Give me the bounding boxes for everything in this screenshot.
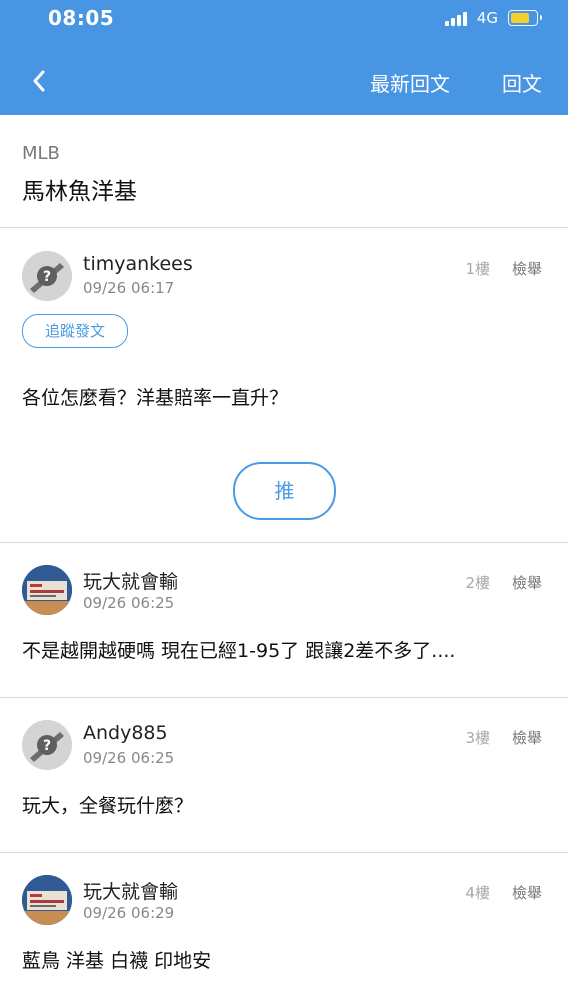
report-button[interactable]: 檢舉	[512, 727, 542, 748]
chevron-left-icon	[33, 70, 45, 92]
default-avatar-icon: ?	[22, 720, 72, 770]
report-button[interactable]: 檢舉	[512, 258, 542, 279]
report-button[interactable]: 檢舉	[512, 572, 542, 593]
avatar[interactable]	[22, 875, 72, 925]
floor-number: 2樓	[465, 574, 490, 592]
thread-title: 馬林魚洋基	[22, 179, 137, 205]
default-avatar-icon: ?	[22, 251, 72, 301]
status-indicators: 4G	[444, 9, 542, 27]
status-time: 08:05	[48, 6, 115, 30]
post-content: 各位怎麼看？洋基賠率一直升？	[22, 387, 289, 409]
floor-number: 3樓	[465, 729, 490, 747]
latest-replies-button[interactable]: 最新回文	[370, 68, 450, 97]
network-label: 4G	[476, 9, 498, 27]
follow-post-button[interactable]: 追蹤發文	[22, 314, 128, 348]
post-time: 09/26 06:25	[83, 749, 175, 767]
post-time: 09/26 06:17	[83, 279, 175, 297]
user-photo-icon	[22, 875, 72, 925]
username[interactable]: 玩大就會輸	[83, 877, 178, 904]
floor-number: 1樓	[465, 260, 490, 278]
svg-text:?: ?	[43, 269, 51, 285]
push-button[interactable]: 推	[233, 462, 336, 520]
app-header: 08:05 4G 最新回文 回文	[0, 0, 568, 115]
battery-icon	[508, 10, 542, 26]
post-floor-2: 玩大就會輸 09/26 06:25 2樓 檢舉 不是越開越硬嗎 現在已經1-95…	[0, 543, 568, 697]
board-name: MLB	[22, 143, 60, 164]
report-button[interactable]: 檢舉	[512, 882, 542, 903]
post-content: 玩大，全餐玩什麼？	[22, 795, 194, 817]
avatar[interactable]	[22, 565, 72, 615]
username[interactable]: timyankees	[83, 253, 193, 275]
reply-button[interactable]: 回文	[502, 68, 542, 97]
back-button[interactable]	[28, 66, 52, 96]
post-floor-4: 玩大就會輸 09/26 06:29 4樓 檢舉 藍鳥 洋基 白襪 印地安	[0, 853, 568, 1000]
username[interactable]: Andy885	[83, 722, 168, 744]
post-time: 09/26 06:25	[83, 594, 175, 612]
post-floor-1: ? timyankees 09/26 06:17 1樓 檢舉 追蹤發文 各位怎麼…	[0, 228, 568, 542]
avatar[interactable]: ?	[22, 251, 72, 301]
username[interactable]: 玩大就會輸	[83, 567, 178, 594]
post-content: 藍鳥 洋基 白襪 印地安	[22, 950, 212, 972]
signal-icon	[444, 10, 467, 26]
post-floor-3: ? Andy885 09/26 06:25 3樓 檢舉 玩大，全餐玩什麼？	[0, 698, 568, 852]
post-content: 不是越開越硬嗎 現在已經1-95了 跟讓2差不多了....	[22, 640, 456, 662]
avatar[interactable]: ?	[22, 720, 72, 770]
post-time: 09/26 06:29	[83, 904, 175, 922]
user-photo-icon	[22, 565, 72, 615]
floor-number: 4樓	[465, 884, 490, 902]
svg-text:?: ?	[43, 738, 51, 754]
